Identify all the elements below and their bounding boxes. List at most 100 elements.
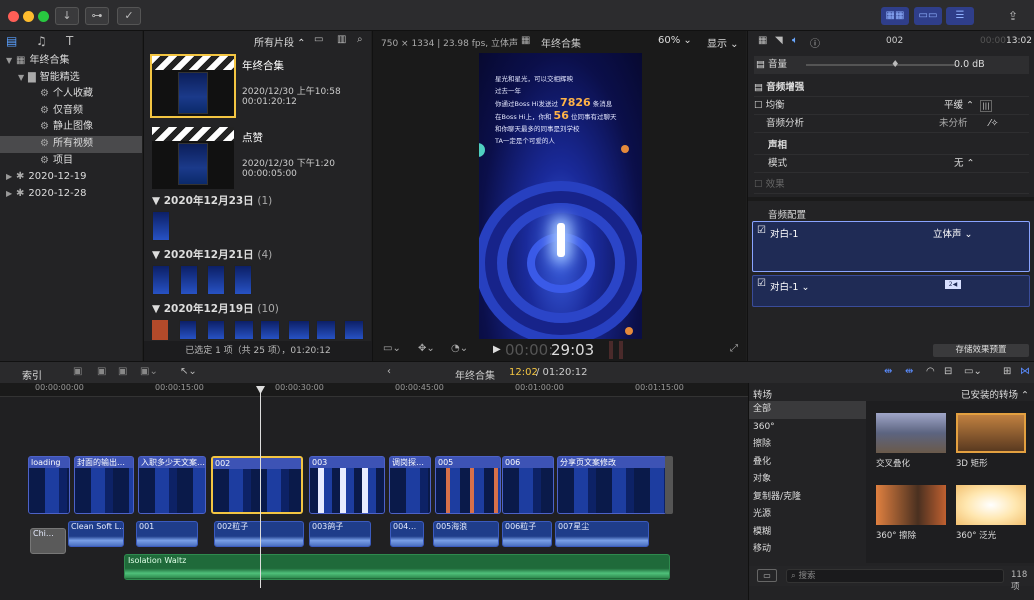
color-inspector-icon[interactable]: ◥	[775, 35, 783, 46]
search-icon[interactable]: ⌕	[357, 34, 363, 45]
insert-icon[interactable]: ▣	[97, 366, 106, 377]
timeline-clip[interactable]: 006	[502, 456, 554, 514]
audio-clip[interactable]: 006粒子	[502, 521, 552, 547]
audio-clip[interactable]: 005海浪	[433, 521, 499, 547]
config-channel-dropdown[interactable]: 立体声 ⌄	[933, 226, 972, 240]
zoom-dropdown[interactable]: 60% ⌄	[658, 35, 692, 46]
timecode-display[interactable]: 29:03	[551, 341, 594, 359]
clip-thumbnail[interactable]	[234, 320, 254, 340]
clip-appearance-icon[interactable]: ▭⌄	[964, 366, 982, 377]
disclosure-triangle-icon[interactable]: ▶	[6, 169, 16, 186]
audio-skimming-icon[interactable]: ⇹	[905, 366, 913, 377]
clip-thumbnail[interactable]	[288, 320, 310, 340]
timeline-clip[interactable]: 入职多少天文案…	[138, 456, 206, 514]
speed-icon[interactable]: ◔⌄	[451, 343, 468, 354]
library-item[interactable]: ▶ ✱ 2020-12-19	[0, 169, 142, 186]
index-button[interactable]: 索引	[22, 367, 42, 382]
installed-transitions-dropdown[interactable]: 已安装的转场 ⌃	[961, 387, 1029, 401]
clip-thumbnail[interactable]	[316, 320, 336, 340]
timeline-toggle-button[interactable]: ▭▭	[914, 7, 942, 25]
append-icon[interactable]: ▣	[118, 366, 127, 377]
timeline-clip[interactable]: 005	[435, 456, 501, 514]
config-checkbox[interactable]: ☑	[757, 225, 766, 236]
libraries-icon[interactable]: ▤	[6, 34, 17, 48]
playhead[interactable]	[260, 388, 261, 588]
timeline-clip[interactable]: 分享页文案修改	[557, 456, 667, 514]
clip-thumbnail[interactable]	[234, 265, 252, 295]
transform-icon[interactable]: ▭⌄	[383, 343, 401, 354]
transition-thumbnail[interactable]	[956, 413, 1026, 453]
library-toggle-button[interactable]: ▦▦	[881, 7, 909, 25]
config-role-dropdown[interactable]: 对白-1 ⌄	[770, 279, 809, 293]
minimize-window-button[interactable]	[23, 11, 34, 22]
transition-thumbnail[interactable]	[876, 413, 946, 453]
pan-mode-dropdown[interactable]: 无 ⌃	[954, 155, 974, 173]
timeline-clip[interactable]: loading	[28, 456, 70, 514]
clip-appearance-icon[interactable]: ▭	[314, 34, 323, 45]
transition-thumbnail[interactable]	[876, 485, 946, 525]
clip-thumbnail[interactable]	[344, 320, 364, 340]
audio-inspector-icon[interactable]: 🔈︎	[792, 35, 798, 46]
library-item[interactable]: ⚙ 个人收藏	[0, 86, 142, 103]
fullscreen-icon[interactable]: ⤢	[730, 343, 738, 354]
library-item[interactable]: ⚙ 静止图像	[0, 119, 142, 136]
clip-filter-dropdown[interactable]: 所有片段 ⌃	[254, 34, 306, 49]
select-tool-icon[interactable]: ↖⌄	[180, 366, 197, 377]
save-preset-button[interactable]: 存储效果预置	[933, 344, 1029, 357]
share-icon[interactable]: ⇪	[1008, 9, 1018, 23]
audio-clip[interactable]: 007星尘	[555, 521, 649, 547]
clip-thumbnail[interactable]	[260, 320, 280, 340]
keywords-button[interactable]: ⊶	[85, 7, 109, 25]
music-track[interactable]: Isolation Waltz	[124, 554, 670, 580]
transitions-browser-icon[interactable]: ⋈	[1020, 366, 1030, 377]
timeline-clip[interactable]: 003	[309, 456, 385, 514]
clip-thumbnail[interactable]	[152, 211, 170, 241]
audio-clip[interactable]: Clean Soft L…	[68, 521, 124, 547]
eq-graph-icon[interactable]: |||	[980, 100, 992, 112]
clip-thumbnail[interactable]	[152, 265, 170, 295]
video-inspector-icon[interactable]: ▦	[758, 35, 767, 46]
audio-enhance-header[interactable]: ▤ 音频增强	[754, 79, 1029, 97]
disclosure-triangle-icon[interactable]: ▼	[18, 70, 28, 87]
effects-browser-icon[interactable]: ⊞	[1003, 366, 1011, 377]
event-group-header[interactable]: ▼ 2020年12月23日 (1)	[152, 193, 272, 208]
solo-icon[interactable]: ◠	[926, 366, 935, 377]
event-group-header[interactable]: ▼ 2020年12月19日 (10)	[152, 301, 279, 316]
inspector-toggle-button[interactable]: ☰	[946, 7, 974, 25]
close-window-button[interactable]	[8, 11, 19, 22]
transitions-search-input[interactable]: ⌕ 搜索	[786, 569, 1004, 583]
titles-generators-icon[interactable]: T	[66, 34, 73, 48]
transition-category[interactable]: 移动	[749, 541, 866, 559]
clip-thumbnail[interactable]	[207, 265, 225, 295]
import-button[interactable]: ↓	[55, 7, 79, 25]
skimming-icon[interactable]: ⇹	[884, 366, 892, 377]
clip-thumbnail[interactable]	[207, 320, 225, 340]
eq-dropdown[interactable]: 平缓 ⌃	[944, 97, 974, 115]
info-icon[interactable]: ⓘ	[810, 35, 820, 50]
audio-clip[interactable]: 001	[136, 521, 198, 547]
timeline-clip[interactable]: 调岗探…	[389, 456, 431, 514]
clip-end-handle[interactable]	[665, 456, 673, 514]
audio-config-card[interactable]: ☑ 对白-1 立体声 ⌄	[752, 221, 1030, 272]
timeline-clip-selected[interactable]: 002	[211, 456, 303, 514]
crop-icon[interactable]: ✥⌄	[418, 343, 435, 354]
photos-audio-icon[interactable]: ♫	[36, 34, 47, 48]
project-thumbnail[interactable]	[152, 127, 234, 189]
event-group-header[interactable]: ▼ 2020年12月21日 (4)	[152, 247, 272, 262]
filmstrip-icon[interactable]: ▥	[337, 34, 346, 45]
library-item[interactable]: ⚙ 项目	[0, 153, 142, 170]
overwrite-icon[interactable]: ▣⌄	[140, 366, 158, 377]
eq-checkbox[interactable]: ☐	[754, 100, 763, 111]
zoom-window-button[interactable]	[38, 11, 49, 22]
effects-checkbox[interactable]: ☐	[754, 179, 763, 190]
history-back-icon[interactable]: ‹	[387, 366, 391, 377]
clip-thumbnail[interactable]	[152, 320, 168, 340]
volume-slider[interactable]	[806, 64, 956, 66]
play-button[interactable]: ▶	[493, 344, 501, 355]
transition-category[interactable]: 擦除	[749, 436, 866, 454]
audio-config-card[interactable]: ☑ 对白-1 ⌄ 2◀	[752, 275, 1030, 307]
volume-value[interactable]: 0.0 dB	[954, 56, 985, 74]
audio-clip[interactable]: Chi…	[30, 528, 66, 554]
audio-clip[interactable]: 002粒子	[214, 521, 304, 547]
library-item[interactable]: ▶ ✱ 2020-12-28	[0, 186, 142, 203]
